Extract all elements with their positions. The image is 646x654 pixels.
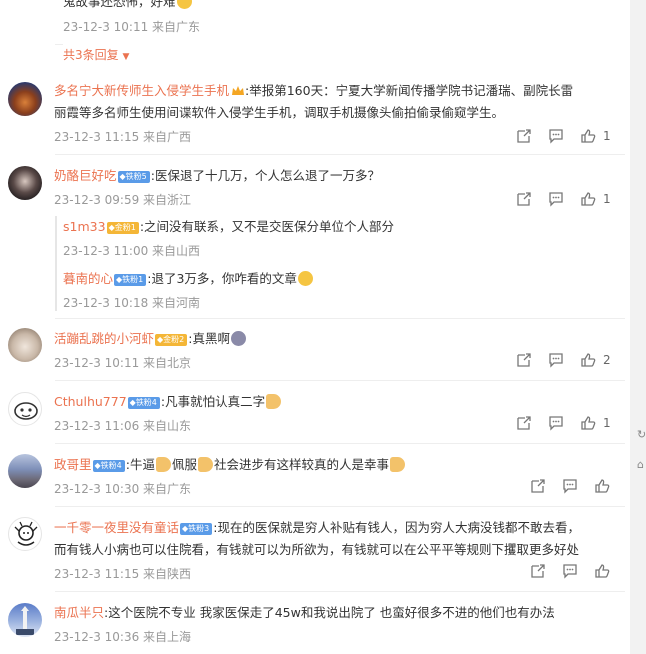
comment-line-1: 南瓜半只:这个医院不专业 我家医保走了45w和我说出院了 也蛮好很多不进的他们也… (54, 605, 555, 620)
like-count: 1 (603, 129, 611, 143)
comment-line-2: 丽霞等多名师生使用间谍软件入侵学生手机，调取手机摄像头偷拍偷录偷窥学生。 (54, 105, 505, 120)
comment-meta: 23-12-3 11:15 来自广西 (54, 130, 192, 144)
fan-badge: ◆铁粉1 (114, 274, 147, 286)
comment-divider (55, 506, 625, 507)
avatar[interactable] (8, 517, 42, 551)
like-icon[interactable] (594, 478, 610, 494)
username-link[interactable]: 多名宁大新传师生入侵学生手机 (54, 83, 229, 98)
face-emoji (230, 331, 246, 346)
chevron-down-icon: ▼ (122, 52, 130, 62)
comment-meta: 23-12-3 10:36 来自上海 (54, 630, 192, 644)
share-icon[interactable]: ↻ (637, 428, 646, 441)
comment-divider (55, 380, 625, 381)
like-icon[interactable] (580, 128, 596, 144)
right-sidebar-edge (630, 0, 646, 654)
comment-line-1: 一千零一夜里没有童话 ◆铁粉3:现在的医保就是穷人补贴有钱人，因为穷人大病没钱都不… (54, 520, 580, 535)
reply-divider (55, 44, 63, 45)
like-icon[interactable] (594, 563, 610, 579)
comment-line-2: 而有钱人小病也可以住院看，有钱就可以为所欲为，有钱就可以在公平平等规则下攫取更多… (54, 542, 580, 557)
share-icon[interactable] (530, 478, 546, 494)
comment-meta: 23-12-3 10:30 来自广东 (54, 482, 192, 496)
fan-badge: ◆金粉1 (106, 222, 139, 234)
username-link[interactable]: Cthulhu777 (54, 394, 127, 409)
comment-icon[interactable]: ⌂ (637, 458, 644, 471)
comment-actions: 2 (516, 352, 616, 370)
comment-line-1: 多名宁大新传师生入侵学生手机:举报第160天：宁夏大学新闻传播学院书记潘瑞、副院… (54, 83, 574, 98)
share-icon[interactable] (516, 191, 532, 207)
username-link[interactable]: 活蹦乱跳的小河虾 (54, 331, 154, 346)
comment-icon[interactable] (562, 563, 578, 579)
comment-actions: 1 (516, 191, 616, 209)
like-count: 1 (603, 416, 611, 430)
fan-badge: ◆铁粉4 (127, 397, 160, 409)
share-icon[interactable] (516, 415, 532, 431)
comment-icon[interactable] (562, 478, 578, 494)
comment-line-1: Cthulhu777 ◆铁粉4:凡事就怕认真二字 (54, 393, 282, 411)
username-link[interactable]: 奶酪巨好吃 (54, 168, 117, 183)
comment-divider (55, 591, 625, 592)
fan-badge: ◆铁粉3 (180, 523, 213, 535)
reply-thread-bar (55, 216, 57, 311)
like-icon[interactable] (580, 352, 596, 368)
comment-feed: 鬼故事还恐怖，好难 23-12-3 10:11 来自广东 共3条回复 ▼ 多名宁… (0, 0, 630, 654)
share-icon[interactable] (530, 563, 546, 579)
fan-badge: ◆铁粉5 (117, 171, 150, 183)
comment-actions: 1 (516, 415, 616, 433)
reply-line: s1m33 ◆金粉1:之间没有联系，又不是交医保分单位个人部分 (63, 219, 395, 234)
thumbs-up-emoji (390, 457, 406, 472)
comment-icon[interactable] (548, 352, 564, 368)
username-link[interactable]: 一千零一夜里没有童话 (54, 520, 179, 535)
laugh-emoji (297, 271, 313, 286)
comment-divider (55, 318, 625, 319)
avatar[interactable] (8, 454, 42, 488)
avatar[interactable] (8, 392, 42, 426)
thumbs-up-emoji (266, 394, 282, 409)
like-count: 1 (603, 192, 611, 206)
thumbs-up-emoji (155, 457, 171, 472)
reply-line: 暮南的心 ◆铁粉1:退了3万多，你咋看的文章 (63, 270, 314, 288)
like-count: 2 (603, 353, 611, 367)
comment-icon[interactable] (548, 415, 564, 431)
fan-badge: ◆铁粉4 (92, 460, 125, 472)
avatar[interactable] (8, 603, 42, 637)
comment-meta: 23-12-3 09:59 来自浙江 (54, 193, 192, 207)
username-link[interactable]: 南瓜半只 (54, 605, 104, 620)
crown-icon (232, 86, 245, 95)
comment-line-1: 活蹦乱跳的小河虾 ◆金粉2:真黑啊 (54, 330, 247, 348)
reply-meta: 23-12-3 10:18 来自河南 (63, 296, 201, 310)
comment-actions: 1 (516, 128, 616, 146)
cry-emoji (176, 0, 192, 9)
avatar[interactable] (8, 82, 42, 116)
fan-badge: ◆金粉2 (155, 334, 188, 346)
comment-line-1: 政哥里 ◆铁粉4:牛逼 佩服 社会进步有这样较真的人是幸事 (54, 456, 406, 474)
reply-meta: 23-12-3 10:11 来自广东 (63, 20, 201, 34)
comment-meta: 23-12-3 10:11 来自北京 (54, 356, 192, 370)
username-link[interactable]: s1m33 (63, 219, 106, 234)
comment-meta: 23-12-3 11:06 来自山东 (54, 419, 192, 433)
comment-line-1: 奶酪巨好吃 ◆铁粉5:医保退了十几万，个人怎么退了一万多？ (54, 168, 380, 183)
share-icon[interactable] (516, 128, 532, 144)
share-icon[interactable] (516, 352, 532, 368)
comment-actions (530, 478, 616, 496)
like-icon[interactable] (580, 415, 596, 431)
comment-icon[interactable] (548, 191, 564, 207)
username-link[interactable]: 政哥里 (54, 457, 92, 472)
more-replies-link[interactable]: 共3条回复 ▼ (63, 46, 129, 63)
comment-divider (55, 154, 625, 155)
username-link[interactable]: 暮南的心 (63, 271, 113, 286)
comment-actions (530, 563, 616, 581)
reply-meta: 23-12-3 11:00 来自山西 (63, 244, 201, 258)
avatar[interactable] (8, 328, 42, 362)
comment-divider (55, 443, 625, 444)
comment-meta: 23-12-3 11:15 来自陕西 (54, 567, 192, 581)
like-icon[interactable] (580, 191, 596, 207)
avatar[interactable] (8, 166, 42, 200)
thumbs-up-emoji (198, 457, 213, 472)
reply-text-partial: 鬼故事还恐怖，好难 (63, 0, 193, 11)
comment-icon[interactable] (548, 128, 564, 144)
